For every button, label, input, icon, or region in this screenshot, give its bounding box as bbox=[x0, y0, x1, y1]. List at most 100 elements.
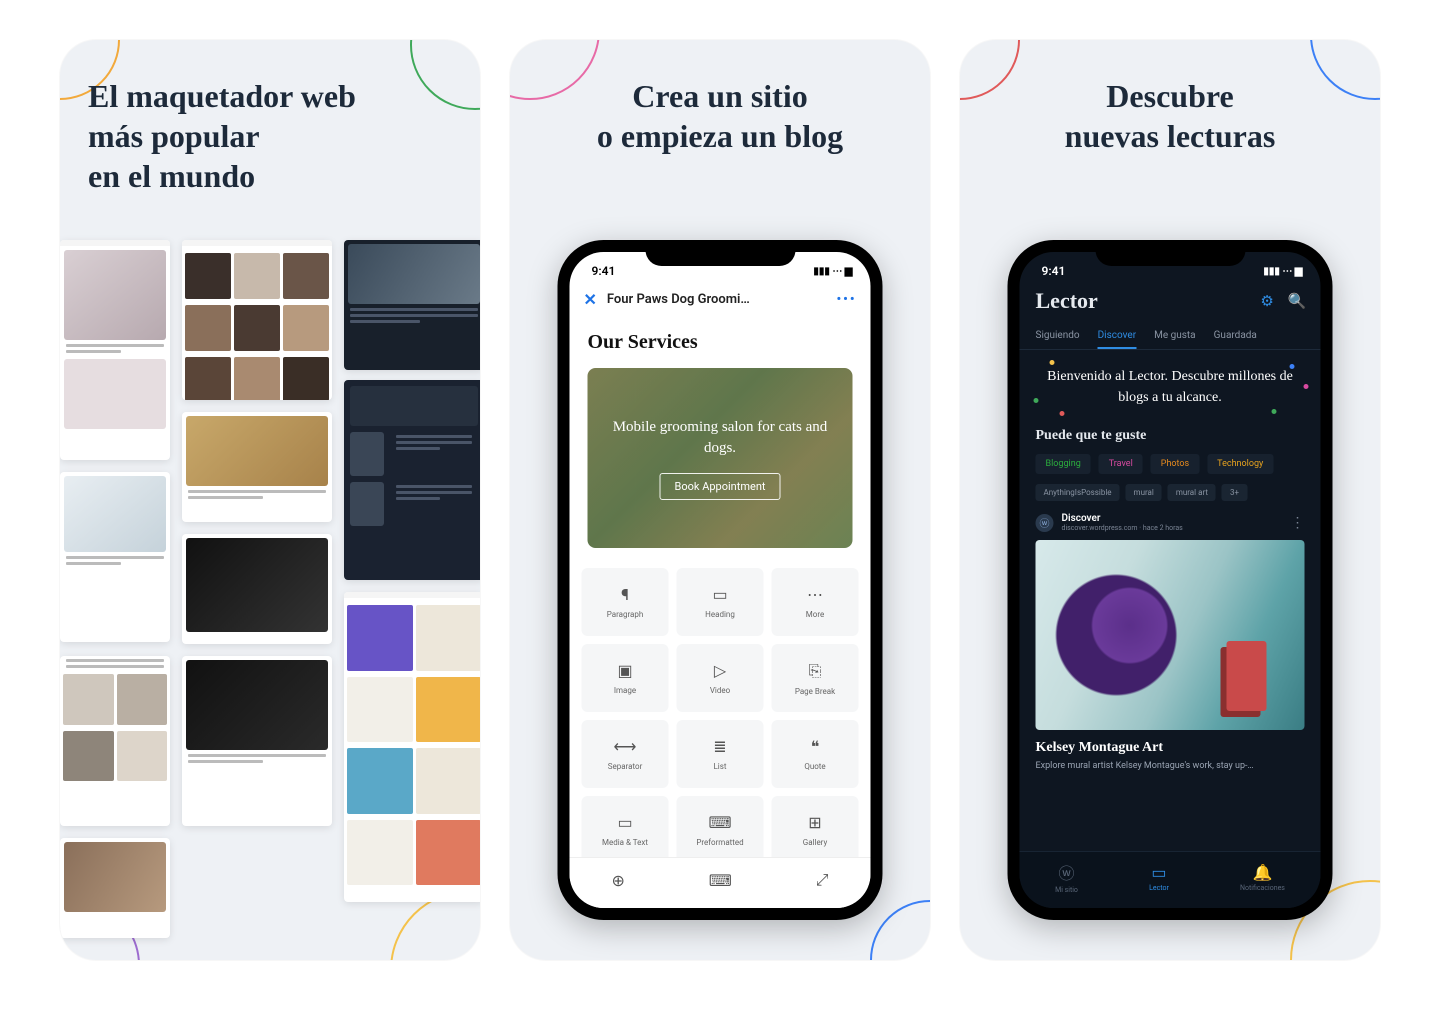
block-label: Page Break bbox=[795, 687, 835, 696]
phone-frame: 9:41 ▮▮▮ ⋯ ▆ ✕ Four Paws Dog Groomi… •••… bbox=[558, 240, 883, 920]
post-avatar: ⓦ bbox=[1036, 514, 1054, 532]
reader-tabs: Siguiendo Discover Me gusta Guardada bbox=[1020, 320, 1321, 350]
block-inserter-item[interactable]: ❝ Quote bbox=[772, 720, 859, 788]
topic-chip[interactable]: Blogging bbox=[1036, 454, 1091, 474]
decoration-arc bbox=[870, 900, 930, 960]
block-label: Heading bbox=[705, 610, 735, 619]
block-inserter-item[interactable]: ⎘ Page Break bbox=[772, 644, 859, 712]
nav-label: Notificaciones bbox=[1240, 884, 1285, 892]
block-icon: ⟷ bbox=[614, 737, 637, 756]
status-icons: ▮▮▮ ⋯ ▆ bbox=[1263, 266, 1302, 277]
welcome-banner: Bienvenido al Lector. Descubre millones … bbox=[1020, 350, 1321, 422]
nav-item[interactable]: ⓦ Mi sitio bbox=[1055, 860, 1078, 894]
screenshot-card-1: El maquetador web más popular en el mund… bbox=[60, 40, 480, 960]
headline-line: o empieza un blog bbox=[597, 118, 843, 154]
block-inserter-item[interactable]: ≣ List bbox=[677, 720, 764, 788]
document-title[interactable]: Four Paws Dog Groomi… bbox=[607, 292, 750, 307]
book-appointment-button[interactable]: Book Appointment bbox=[659, 473, 780, 500]
editor-bottom-toolbar: ⊕ ⌨ ⤢ bbox=[570, 857, 871, 908]
block-label: More bbox=[806, 610, 824, 619]
block-label: Paragraph bbox=[607, 610, 644, 619]
block-label: Video bbox=[710, 686, 730, 695]
headline-line: Crea un sitio bbox=[632, 78, 807, 114]
block-label: Quote bbox=[804, 762, 825, 771]
block-label: Media & Text bbox=[602, 838, 648, 847]
block-inserter-item[interactable]: ▣ Image bbox=[582, 644, 669, 712]
block-inserter-item[interactable]: ¶ Paragraph bbox=[582, 568, 669, 636]
block-icon: ≣ bbox=[713, 737, 726, 756]
headline-line: en el mundo bbox=[88, 158, 255, 194]
block-inserter-item[interactable]: ⋯ More bbox=[772, 568, 859, 636]
post-more-button[interactable]: ⋮ bbox=[1291, 515, 1305, 531]
post-card[interactable]: ⓦ Discover discover.wordpress.com · hace… bbox=[1020, 513, 1321, 773]
reader-tab[interactable]: Guardada bbox=[1214, 324, 1257, 349]
block-inserter-item[interactable]: ▭ Media & Text bbox=[582, 796, 669, 864]
reader-tab[interactable]: Discover bbox=[1098, 324, 1137, 349]
section-title: Puede que te guste bbox=[1020, 422, 1321, 454]
card-headline: Descubre nuevas lecturas bbox=[960, 40, 1380, 174]
card-headline: Crea un sitio o empieza un blog bbox=[510, 40, 930, 174]
block-label: List bbox=[714, 762, 727, 771]
post-description: Explore mural artist Kelsey Montague's w… bbox=[1036, 760, 1305, 773]
more-menu-button[interactable]: ••• bbox=[836, 292, 856, 307]
reader-tab[interactable]: Me gusta bbox=[1154, 324, 1196, 349]
block-inserter-item[interactable]: ⟷ Separator bbox=[582, 720, 669, 788]
nav-icon: 🔔 bbox=[1253, 863, 1273, 882]
status-icons: ▮▮▮ ⋯ ▆ bbox=[813, 266, 852, 277]
section-heading[interactable]: Our Services bbox=[588, 331, 853, 354]
phone-screen-editor: 9:41 ▮▮▮ ⋯ ▆ ✕ Four Paws Dog Groomi… •••… bbox=[570, 252, 871, 908]
block-label: Preformatted bbox=[696, 838, 743, 847]
bottom-nav: ⓦ Mi sitio ▭ Lector 🔔 Notificaciones bbox=[1020, 851, 1321, 908]
cover-text: Mobile grooming salon for cats and dogs. bbox=[600, 417, 841, 459]
block-icon: ⊞ bbox=[808, 813, 821, 832]
post-source: Discover bbox=[1062, 513, 1283, 524]
nav-label: Mi sitio bbox=[1055, 886, 1078, 894]
tag-chip[interactable]: 3+ bbox=[1222, 484, 1247, 501]
status-time: 9:41 bbox=[1042, 264, 1066, 278]
block-label: Image bbox=[614, 686, 636, 695]
block-icon: ⎘ bbox=[809, 661, 822, 681]
expand-button[interactable]: ⤢ bbox=[816, 870, 829, 890]
nav-item[interactable]: ▭ Lector bbox=[1149, 863, 1169, 892]
topic-chip[interactable]: Technology bbox=[1207, 454, 1273, 474]
post-image bbox=[1036, 540, 1305, 730]
tag-row: AnythingIsPossible mural mural art 3+ bbox=[1020, 484, 1321, 513]
block-icon: ⋯ bbox=[807, 585, 823, 604]
reader-header: Lector ⚙ 🔍 bbox=[1020, 284, 1321, 320]
template-collage bbox=[60, 240, 480, 960]
phone-notch bbox=[1095, 240, 1245, 266]
welcome-text: Bienvenido al Lector. Descubre millones … bbox=[1038, 366, 1303, 408]
tag-chip[interactable]: AnythingIsPossible bbox=[1036, 484, 1120, 501]
block-inserter-item[interactable]: ▭ Heading bbox=[677, 568, 764, 636]
reader-title: Lector bbox=[1036, 288, 1098, 314]
tag-chip[interactable]: mural bbox=[1126, 484, 1162, 501]
keyboard-button[interactable]: ⌨ bbox=[709, 871, 732, 890]
nav-item[interactable]: 🔔 Notificaciones bbox=[1240, 863, 1285, 892]
nav-icon: ⓦ bbox=[1059, 860, 1075, 884]
reader-tab[interactable]: Siguiendo bbox=[1036, 324, 1080, 349]
headline-line: más popular bbox=[88, 118, 260, 154]
headline-line: El maquetador web bbox=[88, 78, 356, 114]
screenshot-card-2: Crea un sitio o empieza un blog 9:41 ▮▮▮… bbox=[510, 40, 930, 960]
phone-notch bbox=[645, 240, 795, 266]
block-icon: ▭ bbox=[617, 813, 632, 832]
block-inserter-item[interactable]: ⌨ Preformatted bbox=[677, 796, 764, 864]
cover-block[interactable]: Mobile grooming salon for cats and dogs.… bbox=[588, 368, 853, 548]
headline-line: Descubre bbox=[1106, 78, 1233, 114]
topic-chips: Blogging Travel Photos Technology bbox=[1020, 454, 1321, 484]
search-icon[interactable]: 🔍 bbox=[1288, 292, 1307, 310]
phone-screen-reader: 9:41 ▮▮▮ ⋯ ▆ Lector ⚙ 🔍 Siguiendo Discove… bbox=[1020, 252, 1321, 908]
nav-icon: ▭ bbox=[1151, 863, 1166, 882]
screenshot-card-3: Descubre nuevas lecturas 9:41 ▮▮▮ ⋯ ▆ Le… bbox=[960, 40, 1380, 960]
block-inserter-item[interactable]: ▷ Video bbox=[677, 644, 764, 712]
close-button[interactable]: ✕ bbox=[584, 290, 597, 309]
block-icon: ▣ bbox=[617, 661, 632, 680]
settings-icon[interactable]: ⚙ bbox=[1260, 292, 1273, 310]
add-block-button[interactable]: ⊕ bbox=[611, 871, 624, 890]
topic-chip[interactable]: Travel bbox=[1099, 454, 1143, 474]
topic-chip[interactable]: Photos bbox=[1151, 454, 1199, 474]
block-icon: ⌨ bbox=[708, 813, 731, 832]
block-icon: ¶ bbox=[621, 585, 629, 604]
block-inserter-item[interactable]: ⊞ Gallery bbox=[772, 796, 859, 864]
tag-chip[interactable]: mural art bbox=[1168, 484, 1216, 501]
